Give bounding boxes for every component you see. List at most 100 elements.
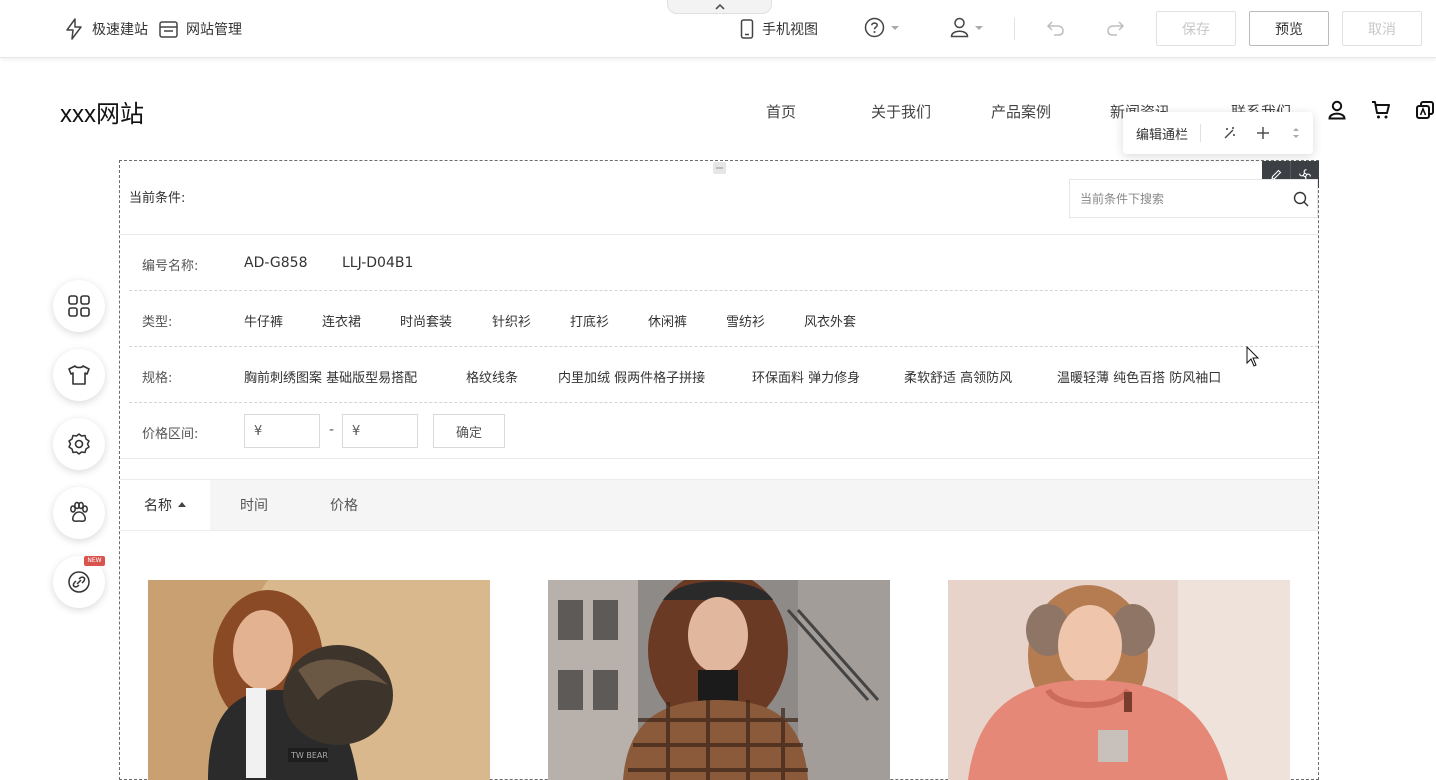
language-icon[interactable] [1416,100,1434,120]
sort-by-time-tab[interactable]: 时间 [240,480,268,530]
gear-icon [68,433,90,455]
redo-icon [1107,21,1125,36]
new-badge: NEW [84,556,105,566]
site-manage-label: 网站管理 [186,22,242,38]
edit-bar-divider [1199,124,1201,142]
nav-products[interactable]: 产品案例 [991,101,1051,122]
preview-button[interactable]: 预览 [1249,11,1329,46]
type-option[interactable]: 针织衫 [492,311,531,330]
product-image[interactable] [548,580,890,780]
code-option[interactable]: AD-G858 [244,255,308,271]
type-option[interactable]: 牛仔裤 [244,311,283,330]
sort-bar: 名称 时间 价格 [120,479,1318,531]
cart-icon[interactable] [1371,100,1391,120]
module-drag-handle[interactable] [713,162,726,174]
magic-wand-button[interactable] [1213,126,1246,140]
magic-wand-icon [1224,127,1235,139]
undo-button[interactable] [1046,19,1065,37]
mobile-view-button[interactable]: 手机视图 [740,18,818,40]
editor-toolbar: 极速建站 网站管理 手机视图 保存 预览 取消 [0,0,1436,58]
min-price-input[interactable]: ¥ [244,414,320,448]
filter-divider [129,402,1318,403]
collapse-toolbar-tab[interactable] [667,0,772,14]
add-button[interactable] [1246,126,1279,140]
type-filter-label: 类型: [142,315,173,330]
site-logo[interactable]: xxx网站 [60,94,144,129]
site-manage-icon [159,20,178,38]
pet-feature-button[interactable] [53,487,105,539]
condition-search-box [1069,179,1318,218]
spec-option[interactable]: 柔软舒适 高领防风 [904,367,1012,386]
edit-bar-label[interactable]: 编辑通栏 [1123,124,1200,143]
undo-icon [1046,21,1064,36]
paw-icon [70,501,88,522]
search-icon[interactable] [1293,191,1309,207]
components-button[interactable] [53,280,105,332]
account-menu[interactable] [950,17,983,38]
nav-home[interactable]: 首页 [766,101,796,122]
mouse-cursor-icon [1246,346,1260,367]
nav-about[interactable]: 关于我们 [871,101,931,122]
price-range-dash: - [329,422,335,438]
mobile-phone-icon [740,19,754,39]
plus-icon [1256,127,1269,139]
member-icon[interactable] [1328,100,1346,120]
cancel-button[interactable]: 取消 [1342,11,1422,46]
site-manage-button[interactable]: 网站管理 [159,18,242,40]
filter-divider-top [120,234,1318,235]
sort-tab-label: 名称 [144,498,172,514]
spec-option[interactable]: 温暖轻薄 纯色百搭 防风袖口 [1057,367,1221,386]
product-logo-text: TW BEAR [290,751,328,760]
site-settings-button[interactable] [53,418,105,470]
save-button[interactable]: 保存 [1156,11,1236,46]
account-caret-icon [975,25,983,30]
sort-arrows-icon [1293,128,1300,138]
type-option[interactable]: 时尚套装 [400,311,452,330]
product-image[interactable] [948,580,1290,780]
filter-divider [129,290,1318,291]
toolbar-divider [1014,18,1015,40]
help-icon [864,17,885,38]
move-up-down-button[interactable] [1280,125,1313,141]
code-option[interactable]: LLJ-D04B1 [342,255,413,271]
product-photo-plaid-girl [548,580,890,780]
spec-option[interactable]: 内里加绒 假两件格子拼接 [558,367,705,386]
type-option[interactable]: 打底衫 [570,311,609,330]
product-image[interactable]: TW BEAR [148,580,490,780]
filter-divider [129,346,1318,347]
product-photo-coat-girl: TW BEAR [148,580,490,780]
max-price-input[interactable]: ¥ [342,414,418,448]
filter-divider-bottom [120,458,1318,459]
current-conditions-label: 当前条件: [129,191,186,206]
type-option[interactable]: 连衣裙 [322,311,361,330]
price-confirm-button[interactable]: 确定 [433,414,505,448]
sort-ascending-icon [178,501,186,507]
tshirt-icon [68,365,90,385]
code-filter-label: 编号名称: [142,259,199,274]
price-filter-label: 价格区间: [142,427,199,442]
mobile-view-label: 手机视图 [762,22,818,38]
spec-option[interactable]: 环保面料 弹力修身 [752,367,860,386]
grid-apps-icon [68,295,90,317]
redo-button[interactable] [1106,19,1125,37]
theme-style-button[interactable] [53,349,105,401]
type-option[interactable]: 风衣外套 [804,311,856,330]
link-icon [68,571,90,593]
user-icon [950,17,969,38]
type-option[interactable]: 雪纺衫 [726,311,765,330]
type-option[interactable]: 休闲裤 [648,311,687,330]
quick-build-button[interactable]: 极速建站 [64,18,148,40]
lightning-icon [66,18,82,40]
help-caret-icon [891,25,899,30]
spec-filter-label: 规格: [142,371,173,386]
sort-by-name-tab[interactable]: 名称 [120,480,210,530]
edit-bar-popover: 编辑通栏 [1123,112,1313,154]
chevron-up-icon [714,3,725,10]
help-menu[interactable] [864,17,899,38]
sort-by-price-tab[interactable]: 价格 [330,480,358,530]
product-photo-pink-hoodie [948,580,1290,780]
spec-option[interactable]: 格纹线条 [466,367,518,386]
spec-option[interactable]: 胸前刺绣图案 基础版型易搭配 [244,367,417,386]
quick-build-label: 极速建站 [92,22,148,38]
condition-search-input[interactable] [1080,191,1280,206]
